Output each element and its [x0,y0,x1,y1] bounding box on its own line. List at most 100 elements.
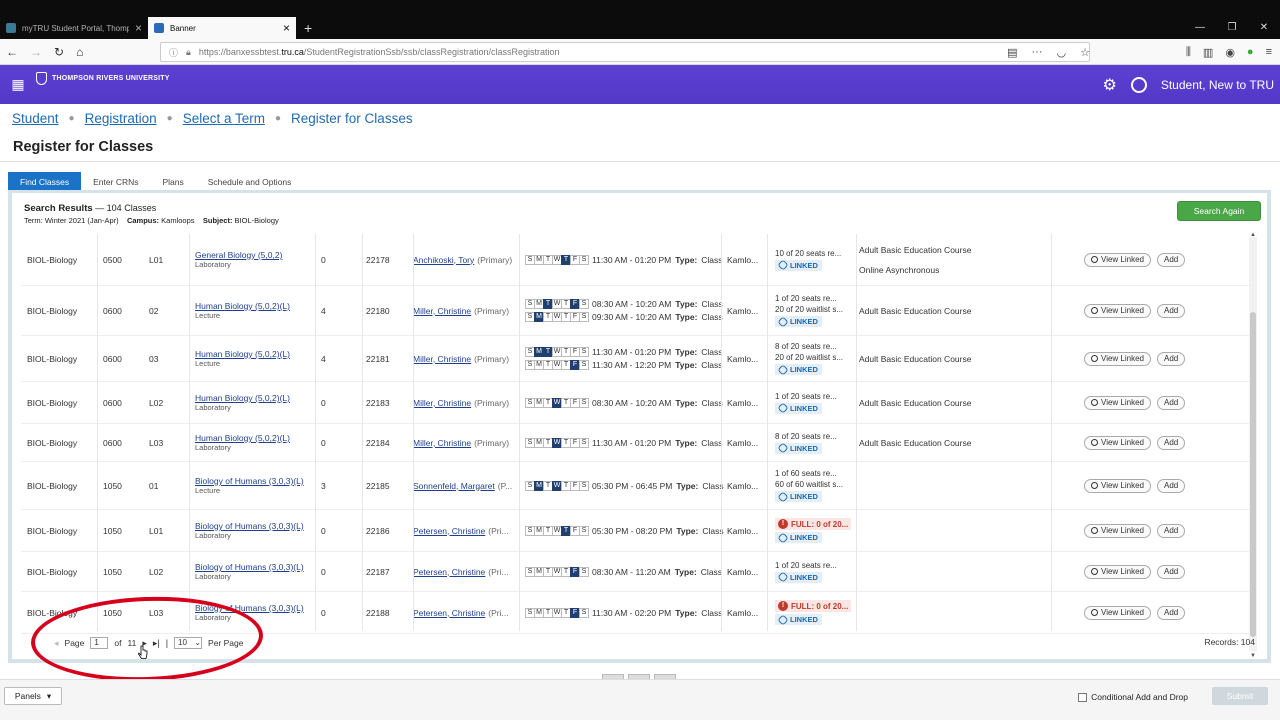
view-linked-button[interactable]: View Linked [1084,478,1151,493]
add-button[interactable]: Add [1157,252,1186,267]
view-linked-button[interactable]: View Linked [1084,351,1151,366]
instructor-link[interactable]: Miller, Christine [413,306,471,316]
lock-icon[interactable]: 🔒︎ [186,47,191,58]
course-title-link[interactable]: Biology of Humans (3,0,3)(L) [195,562,304,572]
breadcrumb-student[interactable]: Student [12,111,59,126]
table-row[interactable]: BIOL-Biology 1050 01 Biology of Humans (3,0… [21,462,1249,510]
tab-find-classes[interactable]: Find Classes [8,172,82,192]
view-linked-button[interactable]: View Linked [1084,252,1151,267]
table-row[interactable]: BIOL-Biology 1050 L01 Biology of Humans (3,… [21,510,1249,552]
linked-badge[interactable]: LINKED [775,490,822,503]
linked-badge[interactable]: LINKED [775,363,822,376]
add-button[interactable]: Add [1157,435,1186,450]
table-row[interactable]: BIOL-Biology 0600 02 Human Biology (5,0,2)(… [21,286,1249,336]
course-title-link[interactable]: Human Biology (5,0,2)(L) [195,349,290,359]
close-tab-icon[interactable]: × [283,21,290,35]
view-linked-button[interactable]: View Linked [1084,435,1151,450]
pocket-icon[interactable]: ◡ [1057,46,1067,59]
instructor-link[interactable]: Miller, Christine [413,438,471,448]
tab-plans[interactable]: Plans [150,172,195,192]
view-linked-button[interactable]: View Linked [1084,395,1151,410]
browser-tab-mytru[interactable]: myTRU Student Portal, Thomps... × [0,17,148,39]
course-title-link[interactable]: Human Biology (5,0,2)(L) [195,433,290,443]
table-row[interactable]: BIOL-Biology 0600 L03 Human Biology (5,0,2)… [21,424,1249,462]
breadcrumb-select-term[interactable]: Select a Term [183,111,265,126]
maximize-icon[interactable]: ❐ [1216,17,1248,39]
instructor-link[interactable]: Petersen, Christine [413,526,485,536]
menu-icon[interactable]: ≡ [1266,46,1272,58]
minimize-icon[interactable]: — [1184,17,1216,39]
add-button[interactable]: Add [1157,523,1186,538]
new-tab-icon[interactable]: + [296,17,320,39]
view-linked-button[interactable]: View Linked [1084,564,1151,579]
conditional-add-drop[interactable]: Conditional Add and Drop [1078,692,1188,702]
linked-badge[interactable]: LINKED [775,531,822,544]
forward-icon[interactable]: → [30,45,42,59]
cell-course: 1050 [103,525,122,536]
course-title-link[interactable]: Biology of Humans (3,0,3)(L) [195,476,304,486]
scroll-up-icon[interactable]: ▲ [1249,232,1257,238]
linked-badge[interactable]: LINKED [775,402,822,414]
library-icon[interactable]: ⫼ [1186,46,1191,59]
account-icon[interactable]: ◉ [1225,46,1235,59]
table-row[interactable]: BIOL-Biology 0600 03 Human Biology (5,0,2)(… [21,336,1249,382]
linked-badge[interactable]: LINKED [775,613,822,626]
sidebar-icon[interactable]: ▥ [1203,46,1213,59]
instructor-link[interactable]: Miller, Christine [413,398,471,408]
close-tab-icon[interactable]: × [135,21,142,35]
user-name[interactable]: Student, New to TRU [1161,78,1274,92]
add-button[interactable]: Add [1157,478,1186,493]
table-row[interactable]: BIOL-Biology 0500 L01 General Biology (5,0,… [21,234,1249,286]
view-linked-button[interactable]: View Linked [1084,605,1151,620]
instructor-link[interactable]: Anchikoski, Tory [413,255,474,265]
add-button[interactable]: Add [1157,351,1186,366]
extension-icon[interactable]: ● [1247,46,1254,58]
reader-view-icon[interactable]: ▤ [1007,46,1017,59]
linked-badge[interactable]: LINKED [775,442,822,454]
add-button[interactable]: Add [1157,395,1186,410]
close-window-icon[interactable]: ✕ [1248,17,1280,39]
search-again-button[interactable]: Search Again [1177,201,1261,221]
panels-button[interactable]: Panels ▾ [4,687,62,705]
user-icon[interactable] [1130,76,1147,93]
browser-tab-banner[interactable]: Banner × [148,17,296,39]
scrollbar-thumb[interactable] [1250,312,1256,637]
table-row[interactable]: BIOL-Biology 1050 L02 Biology of Humans (3,… [21,552,1249,592]
linked-badge[interactable]: LINKED [775,571,822,583]
scroll-down-icon[interactable]: ▼ [1249,653,1257,659]
university-logo[interactable]: THOMPSON RIVERS UNIVERSITY [36,72,170,85]
course-title-link[interactable]: Human Biology (5,0,2)(L) [195,301,290,311]
linked-badge[interactable]: LINKED [775,315,822,328]
breadcrumb-registration[interactable]: Registration [85,111,157,126]
type-label: Type: [675,607,698,618]
add-button[interactable]: Add [1157,303,1186,318]
reload-icon[interactable]: ↻ [54,45,64,59]
add-button[interactable]: Add [1157,564,1186,579]
table-row[interactable]: BIOL-Biology 0600 L02 Human Biology (5,0,2)… [21,382,1249,424]
course-title-link[interactable]: General Biology (5,0,2) [195,250,282,260]
submit-button[interactable]: Submit [1212,687,1268,705]
gear-icon[interactable]: ⚙ [1102,75,1116,95]
linked-badge[interactable]: LINKED [775,259,822,271]
add-button[interactable]: Add [1157,605,1186,620]
conditional-add-drop-checkbox[interactable] [1078,692,1088,702]
course-title-link[interactable]: Human Biology (5,0,2)(L) [195,393,290,403]
view-linked-button[interactable]: View Linked [1084,523,1151,538]
bookmark-star-icon[interactable]: ☆ [1080,46,1090,59]
app-grid-icon[interactable]: ▦ [0,76,36,93]
url-bar[interactable]: ⓘ 🔒︎ https://banxessbtest.tru.ca/Student… [160,42,1090,62]
back-icon[interactable]: ← [6,45,18,59]
results-scrollbar[interactable]: ▲ ▼ [1249,232,1257,659]
course-title-link[interactable]: Biology of Humans (3,0,3)(L) [195,521,304,531]
url-actions: ▤ ··· ◡ ☆ [1007,42,1090,62]
tab-schedule-options[interactable]: Schedule and Options [196,172,304,192]
more-actions-icon[interactable]: ··· [1032,46,1043,58]
tab-enter-crns[interactable]: Enter CRNs [81,172,150,192]
info-icon[interactable]: ⓘ [169,46,178,59]
home-icon[interactable]: ⌂ [76,45,83,59]
view-linked-button[interactable]: View Linked [1084,303,1151,318]
instructor-link[interactable]: Miller, Christine [413,354,471,364]
instructor-link[interactable]: Sonnenfeld, Margaret [413,481,495,491]
instructor-link[interactable]: Petersen, Christine [413,608,485,618]
instructor-link[interactable]: Petersen, Christine [413,567,485,577]
